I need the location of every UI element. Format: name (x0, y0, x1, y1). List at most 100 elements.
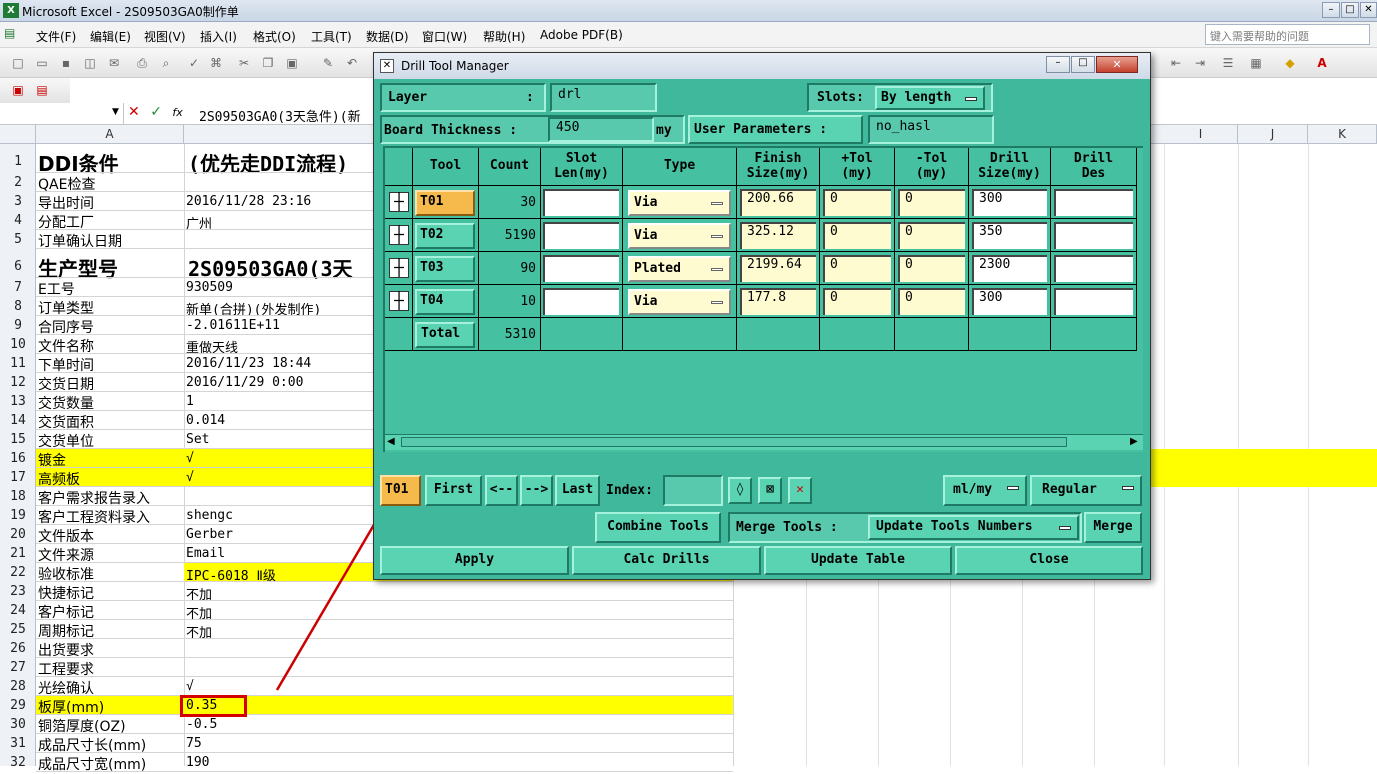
type-dropdown[interactable]: Via (628, 289, 731, 315)
units-value: ml/my (953, 482, 993, 497)
expand-icon[interactable]: ┼ (389, 258, 409, 278)
type-dropdown[interactable]: Plated (628, 256, 731, 282)
mode-value: Regular (1042, 482, 1097, 497)
slots-dropdown-icon (965, 97, 977, 101)
tool-button[interactable]: T02 (415, 223, 475, 249)
layer-label: Layer : (380, 83, 546, 112)
scroll-right-icon[interactable]: ▶ (1130, 436, 1138, 447)
index-input[interactable] (663, 475, 723, 506)
merge-tools-group: Merge Tools : Update Tools Numbers (728, 512, 1082, 543)
layer-input[interactable]: drl (550, 83, 657, 112)
total-empty-cell (820, 318, 895, 351)
drill-input[interactable]: 300 (972, 189, 1047, 216)
ptol-input[interactable]: 0 (823, 189, 891, 216)
calc-drills-button[interactable]: Calc Drills (572, 546, 761, 575)
ntol-input[interactable]: 0 (898, 255, 965, 282)
des-input[interactable] (1054, 222, 1133, 249)
drill-tool-manager-dialog: ✕ Drill Tool Manager – □ ✕ Layer : drl S… (373, 52, 1151, 580)
slot-length-input[interactable] (543, 288, 619, 315)
des-input[interactable] (1054, 189, 1133, 216)
next-button[interactable]: --> (520, 475, 553, 506)
expand-icon[interactable]: ┼ (389, 225, 409, 245)
merge-button[interactable]: Merge (1084, 512, 1142, 543)
slots-dropdown-value: By length (881, 90, 952, 105)
merge-tools-label: Merge Tools : (736, 520, 838, 535)
first-button[interactable]: First (425, 475, 482, 506)
apply-button[interactable]: Apply (380, 546, 569, 575)
tool-count: 5190 (479, 219, 541, 252)
type-dropdown[interactable]: Via (628, 223, 731, 249)
tool-button[interactable]: T03 (415, 256, 475, 282)
board-thickness-label: Board Thickness : (384, 123, 518, 138)
expand-icon[interactable]: ┼ (389, 192, 409, 212)
close-button[interactable]: Close (955, 546, 1143, 575)
previous-button[interactable]: <-- (485, 475, 518, 506)
units-dropdown[interactable]: ml/my (943, 475, 1027, 506)
total-empty-cell (895, 318, 969, 351)
scroll-left-icon[interactable]: ◀ (387, 436, 395, 447)
des-input[interactable] (1054, 255, 1133, 282)
drill-input[interactable]: 2300 (972, 255, 1047, 282)
tool-button[interactable]: T01 (415, 190, 475, 216)
tool-count: 10 (479, 285, 541, 318)
dialog-maximize-button[interactable]: □ (1071, 56, 1095, 73)
total-empty-cell (969, 318, 1051, 351)
update-table-button[interactable]: Update Table (764, 546, 952, 575)
header-corner (385, 148, 413, 186)
slot-length-input[interactable] (543, 222, 619, 249)
ptol-input[interactable]: 0 (823, 222, 891, 249)
type-dropdown[interactable]: Via (628, 190, 731, 216)
user-parameters-input[interactable]: no_hasl (868, 115, 994, 144)
layer-label-colon: : (526, 90, 534, 105)
combine-tools-button[interactable]: Combine Tools (595, 512, 721, 543)
total-corner (385, 318, 413, 351)
column-header: Slot Len(my) (541, 148, 623, 186)
type-dropdown-icon (711, 202, 723, 205)
type-dropdown-icon (711, 268, 723, 271)
column-header: Drill Size(my) (969, 148, 1051, 186)
slots-dropdown[interactable]: By length (875, 86, 985, 110)
update-tools-numbers-dropdown[interactable]: Update Tools Numbers (868, 515, 1079, 540)
user-parameters-button[interactable]: User Parameters : (688, 115, 863, 144)
delete-icon[interactable]: ✕ (788, 477, 812, 504)
board-thickness-unit: my (656, 123, 672, 138)
finish-input[interactable]: 325.12 (740, 222, 816, 249)
mode-dropdown-icon (1122, 486, 1134, 490)
mode-dropdown[interactable]: Regular (1030, 475, 1142, 506)
tool-count: 90 (479, 252, 541, 285)
total-empty-cell (541, 318, 623, 351)
index-label: Index: (606, 483, 653, 498)
tool-count: 30 (479, 186, 541, 219)
type-value: Via (634, 228, 658, 243)
bulb-icon[interactable]: ◊ (728, 477, 752, 504)
ptol-input[interactable]: 0 (823, 255, 891, 282)
drill-input[interactable]: 350 (972, 222, 1047, 249)
tool-button[interactable]: T04 (415, 289, 475, 315)
ntol-input[interactable]: 0 (898, 222, 965, 249)
finish-input[interactable]: 177.8 (740, 288, 816, 315)
dialog-title-bar: ✕ Drill Tool Manager – □ ✕ (374, 53, 1150, 79)
clear-icon[interactable]: ⊠ (758, 477, 782, 504)
dialog-title: Drill Tool Manager (401, 59, 509, 73)
table-h-scrollbar[interactable]: ◀ ▶ (385, 434, 1143, 450)
column-header: Tool (413, 148, 479, 186)
dialog-close-button[interactable]: ✕ (1096, 56, 1138, 73)
ptol-input[interactable]: 0 (823, 288, 891, 315)
finish-input[interactable]: 2199.64 (740, 255, 816, 282)
finish-input[interactable]: 200.66 (740, 189, 816, 216)
total-empty-cell (1051, 318, 1137, 351)
drill-input[interactable]: 300 (972, 288, 1047, 315)
ntol-input[interactable]: 0 (898, 288, 965, 315)
slot-length-input[interactable] (543, 255, 619, 282)
type-dropdown-icon (711, 235, 723, 238)
last-button[interactable]: Last (555, 475, 600, 506)
type-value: Via (634, 294, 658, 309)
board-thickness-group: Board Thickness : 450 my (380, 115, 685, 144)
des-input[interactable] (1054, 288, 1133, 315)
board-thickness-input[interactable]: 450 (548, 117, 654, 142)
ntol-input[interactable]: 0 (898, 189, 965, 216)
dialog-minimize-button[interactable]: – (1046, 56, 1070, 73)
slot-length-input[interactable] (543, 189, 619, 216)
expand-icon[interactable]: ┼ (389, 291, 409, 311)
scroll-thumb[interactable] (401, 437, 1067, 447)
